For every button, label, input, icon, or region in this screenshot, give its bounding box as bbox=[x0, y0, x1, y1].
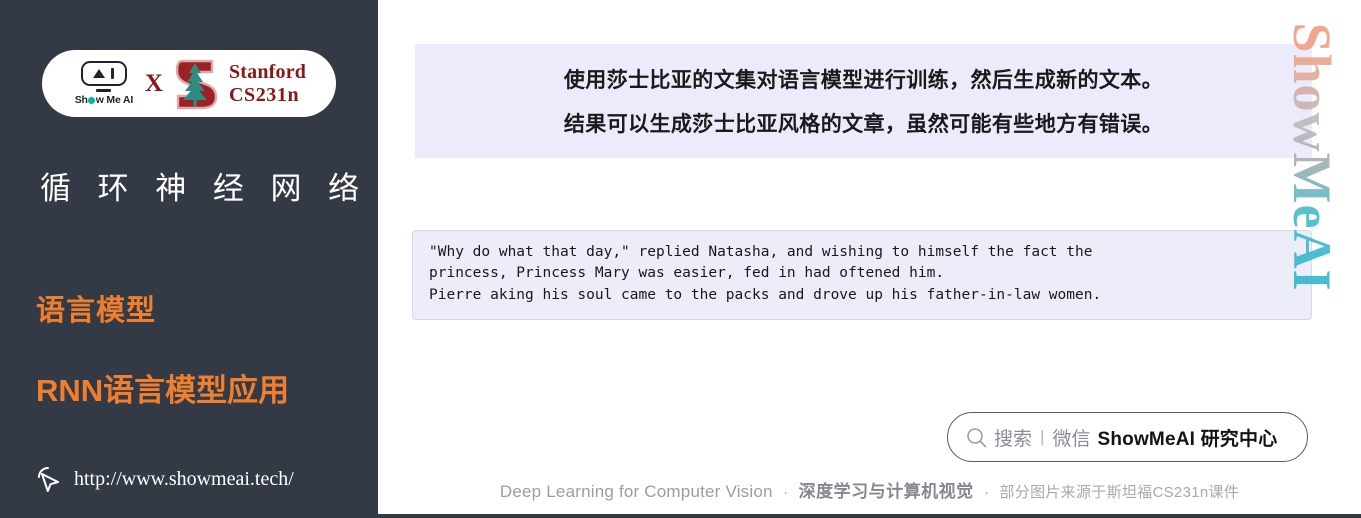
footer-chinese-light: 部分图片来源于斯坦福CS231n课件 bbox=[999, 484, 1240, 501]
footer: Deep Learning for Computer Vision · 深度学习… bbox=[378, 477, 1361, 502]
banner-line-1: 使用莎士比亚的文集对语言模型进行训练，然后生成新的文本。 bbox=[563, 69, 1164, 92]
showmeai-wordmark: Sh w Me AI bbox=[74, 93, 134, 106]
sidebar: Sh w Me AI X Stanford CS231n 循 环 神 经 网 络… bbox=[0, 0, 378, 514]
summary-banner: 使用莎士比亚的文集对语言模型进行训练，然后生成新的文本。 结果可以生成莎士比亚风… bbox=[415, 44, 1312, 158]
stanford-label-line2: CS231n bbox=[228, 83, 300, 106]
search-icon bbox=[966, 427, 987, 448]
slide-root: Sh w Me AI X Stanford CS231n 循 环 神 经 网 络… bbox=[0, 0, 1361, 518]
showmeai-wordmark-post: w Me AI bbox=[95, 93, 134, 106]
stanford-label-line1: Stanford bbox=[228, 61, 307, 84]
wechat-label: 微信 bbox=[1052, 428, 1091, 450]
caret-glyph bbox=[93, 69, 106, 79]
robot-face-icon bbox=[80, 61, 127, 87]
generated-text-line: Pierre aking his soul came to the packs … bbox=[429, 286, 1102, 303]
showmeai-wordmark-pre: Sh bbox=[74, 93, 88, 106]
stanford-course-label: Stanford CS231n bbox=[229, 61, 306, 106]
footer-dot-2: · bbox=[984, 484, 990, 501]
main-content: 使用莎士比亚的文集对语言模型进行训练，然后生成新的文本。 结果可以生成莎士比亚风… bbox=[378, 0, 1361, 514]
bar-glyph bbox=[111, 68, 115, 80]
sidebar-url-row[interactable]: http://www.showmeai.tech/ bbox=[34, 464, 294, 494]
banner-line-2: 结果可以生成莎士比亚风格的文章，虽然可能有些地方有错误。 bbox=[563, 113, 1164, 136]
search-separator: | bbox=[1040, 427, 1045, 446]
sidebar-url-text[interactable]: http://www.showmeai.tech/ bbox=[74, 468, 294, 491]
robot-chin-icon bbox=[96, 88, 112, 92]
stanford-tree-logo bbox=[172, 57, 220, 111]
footer-dot-1: · bbox=[783, 484, 789, 501]
footer-english: Deep Learning for Computer Vision bbox=[499, 482, 773, 501]
sidebar-subtitle-2: RNN语言模型应用 bbox=[36, 373, 290, 408]
search-label: 搜索 bbox=[994, 428, 1033, 450]
generated-text-line: princess, Princess Mary was easier, fed … bbox=[429, 265, 945, 282]
generated-text-line: "Why do what that day," replied Natasha,… bbox=[429, 244, 1093, 260]
generated-text-block: "Why do what that day," replied Natasha,… bbox=[412, 230, 1312, 320]
cross-symbol: X bbox=[144, 70, 163, 97]
logo-badge: Sh w Me AI X Stanford CS231n bbox=[42, 50, 336, 117]
brand-label: ShowMeAI 研究中心 bbox=[1097, 428, 1278, 450]
teal-dot-icon bbox=[88, 97, 96, 105]
sidebar-subtitle-1: 语言模型 bbox=[36, 295, 157, 327]
showmeai-logo: Sh w Me AI bbox=[72, 61, 136, 106]
cursor-click-icon bbox=[34, 464, 64, 494]
sidebar-title: 循 环 神 经 网 络 bbox=[40, 171, 369, 206]
footer-chinese-bold: 深度学习与计算机视觉 bbox=[798, 482, 974, 501]
wechat-search-pill[interactable]: 搜索 | 微信 ShowMeAI 研究中心 bbox=[947, 412, 1308, 462]
